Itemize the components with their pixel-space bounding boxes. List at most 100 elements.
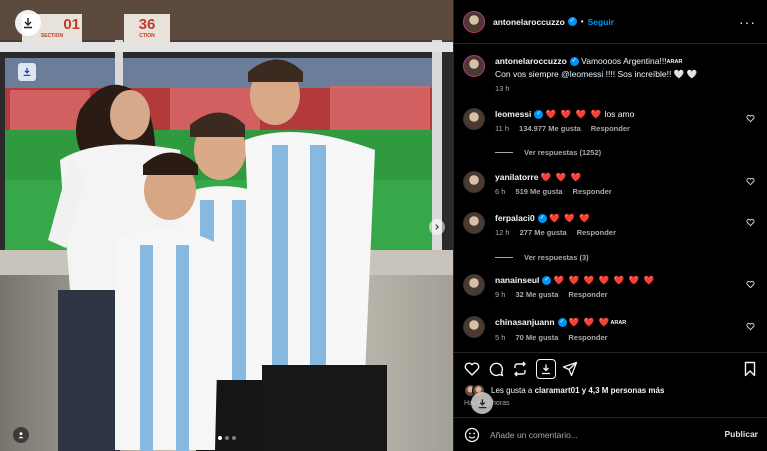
comment-username[interactable]: leomessi bbox=[495, 109, 531, 119]
comment-body: leomessi ✓ ❤️ ❤️ ❤️ ❤️ los amo 11 h 134.97… bbox=[495, 108, 735, 133]
heart-icon[interactable] bbox=[464, 361, 480, 377]
comment-body: yanilatorre ❤️ ❤️ ❤️ 6 h 519 Me gusta Resp… bbox=[495, 171, 735, 196]
caption-avatar[interactable] bbox=[463, 55, 485, 77]
comment-time: 9 h bbox=[495, 290, 506, 299]
comment-like-icon[interactable] bbox=[746, 114, 755, 123]
comment-hearts: ❤️ ❤️ ❤️ ❤️ ❤️ ❤️ ❤️ bbox=[553, 275, 656, 285]
comment-input[interactable] bbox=[490, 429, 700, 440]
replies-divider bbox=[495, 152, 513, 153]
replies-divider bbox=[495, 257, 513, 258]
publish-button[interactable]: Publicar bbox=[724, 429, 758, 439]
caption-body: antonelaroccuzzo ✓ Vamoooos Argentina!!!A… bbox=[495, 55, 735, 93]
comment-body: nanainseul ✓ ❤️ ❤️ ❤️ ❤️ ❤️ ❤️ ❤️ 9 h 32 M… bbox=[495, 274, 735, 299]
comment-item: nanainseul ✓ ❤️ ❤️ ❤️ ❤️ ❤️ ❤️ ❤️ 9 h 32 M… bbox=[463, 274, 759, 299]
comment-hearts: ❤️ ❤️ ❤️ bbox=[549, 213, 591, 223]
comment-message: los amo bbox=[602, 109, 635, 119]
comments-list[interactable]: antonelaroccuzzo ✓ Vamoooos Argentina!!!A… bbox=[454, 44, 767, 351]
send-icon[interactable] bbox=[562, 361, 578, 377]
section-sign-right-caption: CTION bbox=[139, 33, 155, 39]
comment-body: chinasanjuann ✓ ❤️ ❤️ ❤️ARAR 5 h 70 Me gus… bbox=[495, 316, 735, 342]
comment-meta: 6 h 519 Me gusta Responder bbox=[495, 187, 735, 196]
comment-username[interactable]: yanilatorre bbox=[495, 172, 538, 182]
caption-username[interactable]: antonelaroccuzzo bbox=[495, 56, 567, 66]
comment-like-icon[interactable] bbox=[746, 322, 755, 331]
comment-like-icon[interactable] bbox=[746, 280, 755, 289]
comment-time: 11 h bbox=[495, 124, 510, 133]
comment-username[interactable]: nanainseul bbox=[495, 275, 539, 285]
comment-hearts: ❤️ ❤️ ❤️ bbox=[568, 317, 611, 327]
tagged-users-button[interactable] bbox=[13, 427, 29, 443]
download-button[interactable] bbox=[15, 10, 41, 36]
caption-line-1: Vamoooos Argentina!!! bbox=[581, 56, 667, 66]
comment-item: leomessi ✓ ❤️ ❤️ ❤️ ❤️ los amo 11 h 134.97… bbox=[463, 108, 759, 133]
comment-likes[interactable]: 519 Me gusta bbox=[515, 187, 562, 196]
comment-hearts: ❤️ ❤️ ❤️ ❤️ bbox=[545, 109, 603, 119]
comment-username[interactable]: ferpalaci0 bbox=[495, 213, 535, 223]
comment-icon[interactable] bbox=[488, 361, 504, 377]
reply-button[interactable]: Responder bbox=[568, 333, 607, 342]
reply-button[interactable]: Responder bbox=[591, 124, 630, 133]
save-to-device-button[interactable] bbox=[18, 63, 36, 81]
caption-line-2-suffix: !!!! Sos increíble!! 🤍 🤍 bbox=[603, 68, 698, 79]
reply-button[interactable]: Responder bbox=[573, 187, 612, 196]
section-sign-right-number: 36 bbox=[138, 16, 156, 33]
reply-button[interactable]: Responder bbox=[568, 290, 607, 299]
more-options-button[interactable]: ··· bbox=[739, 14, 756, 30]
commenter-avatar[interactable] bbox=[463, 108, 485, 130]
commenter-avatar[interactable] bbox=[463, 171, 485, 193]
post-header: antonelaroccuzzo ✓ • Seguir ··· bbox=[454, 0, 767, 44]
follow-button[interactable]: Seguir bbox=[588, 17, 614, 27]
verified-badge-icon: ✓ bbox=[534, 110, 544, 120]
view-replies-button[interactable]: Ver respuestas (1252) bbox=[495, 148, 601, 157]
commenter-avatar[interactable] bbox=[463, 274, 485, 296]
comment-likes[interactable]: 32 Me gusta bbox=[515, 290, 558, 299]
reply-button[interactable]: Responder bbox=[577, 228, 616, 237]
photo-scene bbox=[0, 0, 453, 451]
emoji-icon[interactable] bbox=[464, 427, 480, 443]
view-replies-button[interactable]: Ver respuestas (3) bbox=[495, 253, 589, 262]
post-photo[interactable]: 01 SECTION 36 CTION bbox=[0, 0, 453, 451]
comment-text: leomessi ✓ ❤️ ❤️ ❤️ ❤️ los amo bbox=[495, 108, 735, 120]
likes-count[interactable]: y 4,3 M personas más bbox=[580, 386, 665, 395]
mention-link[interactable]: @leomessi bbox=[561, 69, 603, 79]
carousel-next-button[interactable] bbox=[429, 219, 445, 235]
commenter-avatar[interactable] bbox=[463, 316, 485, 338]
carousel-dot bbox=[218, 436, 222, 440]
comment-item: chinasanjuann ✓ ❤️ ❤️ ❤️ARAR 5 h 70 Me gus… bbox=[463, 316, 759, 342]
comment-item: ferpalaci0 ✓ ❤️ ❤️ ❤️ 12 h 277 Me gusta Res… bbox=[463, 212, 759, 237]
comment-likes[interactable]: 70 Me gusta bbox=[515, 333, 558, 342]
comment-text: nanainseul ✓ ❤️ ❤️ ❤️ ❤️ ❤️ ❤️ ❤️ bbox=[495, 274, 735, 286]
download-icon bbox=[24, 18, 32, 29]
likes-summary[interactable]: Les gusta a claramart01 y 4,3 M personas… bbox=[464, 384, 664, 397]
comment-username[interactable]: chinasanjuann bbox=[495, 317, 555, 327]
author-username[interactable]: antonelaroccuzzo bbox=[493, 17, 565, 27]
caption-line-2-prefix: Con vos siempre bbox=[495, 68, 562, 79]
download-icon bbox=[542, 364, 550, 375]
post-modal: 01 SECTION 36 CTION antonelaroccuzzo ✓ •… bbox=[0, 0, 767, 451]
commenter-avatar[interactable] bbox=[463, 212, 485, 234]
view-replies-label: Ver respuestas (3) bbox=[524, 253, 589, 262]
repost-icon[interactable] bbox=[512, 361, 528, 377]
comment-hearts: ❤️ ❤️ ❤️ bbox=[540, 172, 583, 182]
comment-like-icon[interactable] bbox=[746, 218, 755, 227]
floating-download-button[interactable] bbox=[471, 392, 493, 414]
comment-likes[interactable]: 134.977 Me gusta bbox=[519, 124, 581, 133]
comment-likes[interactable]: 277 Me gusta bbox=[520, 228, 567, 237]
comment-like-icon[interactable] bbox=[746, 177, 755, 186]
comment-meta: 12 h 277 Me gusta Responder bbox=[495, 228, 735, 237]
caption: antonelaroccuzzo ✓ Vamoooos Argentina!!!A… bbox=[463, 55, 759, 93]
download-action-button[interactable] bbox=[536, 359, 556, 379]
comment-text: ferpalaci0 ✓ ❤️ ❤️ ❤️ bbox=[495, 212, 735, 224]
author-avatar[interactable] bbox=[463, 10, 485, 33]
user-tag-icon bbox=[18, 432, 24, 439]
liker-username[interactable]: claramart01 bbox=[535, 386, 580, 395]
action-bar bbox=[454, 352, 767, 380]
caption-meta: 13 h bbox=[495, 84, 735, 93]
save-to-device-icon bbox=[23, 67, 31, 76]
bookmark-icon[interactable] bbox=[742, 361, 758, 377]
comment-item: yanilatorre ❤️ ❤️ ❤️ 6 h 519 Me gusta Resp… bbox=[463, 171, 759, 196]
verified-badge-icon: ✓ bbox=[569, 57, 579, 67]
carousel-indicator bbox=[218, 436, 236, 440]
post-side-panel: antonelaroccuzzo ✓ • Seguir ··· antonela… bbox=[453, 0, 767, 451]
verified-badge-icon: ✓ bbox=[542, 276, 552, 286]
